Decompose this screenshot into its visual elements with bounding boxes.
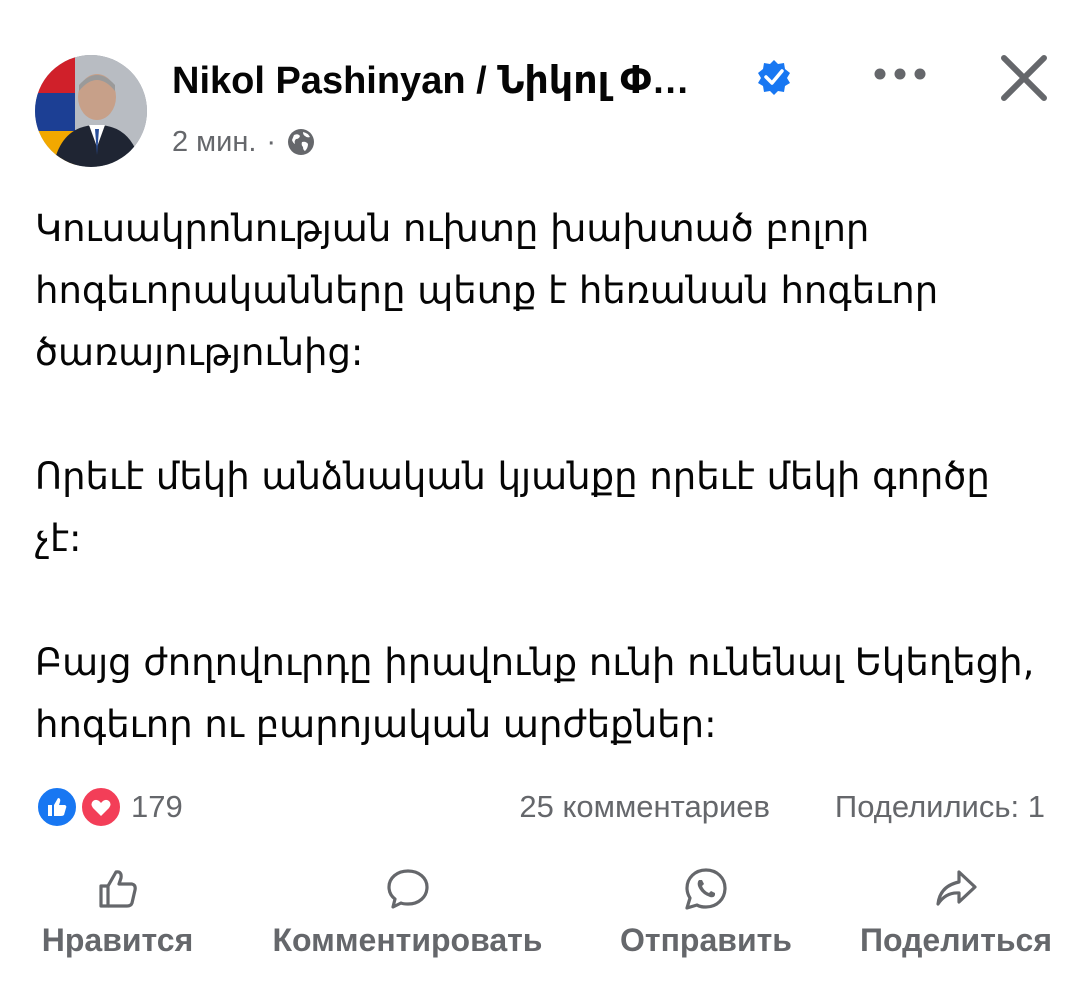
author-avatar[interactable] xyxy=(35,55,147,167)
comment-bubble-icon xyxy=(386,869,429,909)
post-paragraph: Կուսակրոնության ուխտը խախտած բոլոր հոգեւ… xyxy=(35,207,939,374)
comment-button[interactable]: Комментировать xyxy=(255,866,560,959)
post-text: Կուսակրոնության ուխտը խախտած բոլոր հոգեւ… xyxy=(35,198,1045,756)
whatsapp-icon xyxy=(685,868,727,910)
like-label: Нравится xyxy=(41,922,194,958)
shares-count[interactable]: Поделились: 1 xyxy=(835,789,1045,825)
love-reaction-icon xyxy=(79,785,123,829)
close-button[interactable] xyxy=(992,46,1056,110)
post-time[interactable]: 2 мин. xyxy=(172,126,256,159)
globe-icon xyxy=(286,127,316,157)
like-reaction-icon xyxy=(35,785,79,829)
thumbs-up-icon xyxy=(98,870,137,908)
reaction-count: 179 xyxy=(131,789,183,824)
post-paragraph: Բայց ժողովուրդը իրավունք ունի ունենալ Եկ… xyxy=(35,641,1035,746)
close-icon xyxy=(1001,55,1047,101)
post-meta: 2 мин. · xyxy=(172,122,316,162)
share-arrow-icon xyxy=(936,870,977,906)
post-header: Nikol Pashinyan / Նիկոլ Փ… 2 мин. · xyxy=(0,0,1080,180)
send-button[interactable]: Отправить xyxy=(612,866,800,959)
verified-badge-icon xyxy=(755,58,793,96)
author-name[interactable]: Nikol Pashinyan / Նիկոլ Փ… xyxy=(172,58,690,103)
reaction-icons xyxy=(35,785,125,829)
post-actions: Нравится Комментировать Отправить Подели… xyxy=(0,866,1080,966)
more-dots-icon xyxy=(874,68,926,80)
more-options-button[interactable] xyxy=(868,52,932,96)
comment-label: Комментировать xyxy=(272,922,543,958)
comments-count[interactable]: 25 комментариев xyxy=(519,789,770,825)
meta-separator: · xyxy=(266,125,277,158)
like-button[interactable]: Нравится xyxy=(35,866,200,959)
reactions-summary[interactable]: 179 xyxy=(35,785,183,829)
share-button[interactable]: Поделиться xyxy=(850,866,1062,959)
post-stats: 179 25 комментариев Поделились: 1 xyxy=(35,782,1045,832)
share-label: Поделиться xyxy=(859,922,1053,958)
send-label: Отправить xyxy=(620,922,792,958)
post-paragraph: Որեւէ մեկի անձնական կյանքը որեւէ մեկի գո… xyxy=(35,455,990,560)
